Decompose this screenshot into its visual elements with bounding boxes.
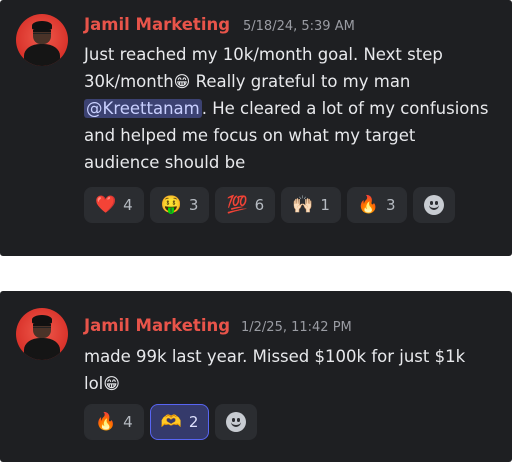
timestamp[interactable]: 5/18/24, 5:39 AM [243, 19, 355, 34]
author-name[interactable]: Jamil Marketing [84, 316, 230, 335]
add-reaction-smile-icon [226, 412, 247, 432]
reaction-raising-hands[interactable]: 🙌🏻 1 [281, 187, 341, 223]
reaction-count: 2 [188, 413, 199, 431]
reaction-count: 3 [188, 196, 199, 214]
reaction-count: 3 [386, 196, 396, 214]
avatar-body [24, 338, 60, 360]
reactions-bar: ❤️ 4 🤑 3 💯 6 🙌🏻 1 🔥 3 [84, 187, 455, 223]
fire-icon: 🔥 [357, 194, 380, 215]
hundred-points-icon: 💯 [226, 194, 248, 215]
reaction-heart-hands[interactable]: 🫶 2 [149, 404, 210, 440]
add-reaction-button[interactable] [412, 187, 455, 223]
reaction-heart[interactable]: ❤️ 4 [84, 187, 144, 223]
message-text: made 99k last year. Missed $100k for jus… [84, 347, 466, 393]
timestamp[interactable]: 1/2/25, 11:42 PM [241, 320, 352, 335]
add-reaction-button[interactable] [215, 404, 258, 440]
reaction-count: 4 [123, 413, 133, 431]
message-text: Really grateful to my man [190, 72, 411, 91]
grinning-face-icon: 😁 [173, 72, 191, 91]
grinning-face-icon: 😁 [103, 374, 120, 393]
reactions-bar: 🔥 4 🫶 2 [84, 404, 258, 440]
reaction-money-mouth[interactable]: 🤑 3 [149, 187, 210, 223]
avatar-glasses [33, 324, 51, 328]
reaction-fire[interactable]: 🔥 4 [84, 404, 144, 440]
avatar[interactable] [16, 14, 68, 66]
heart-hands-icon: 🫶 [160, 411, 182, 432]
reaction-count: 4 [123, 196, 133, 214]
reaction-fire[interactable]: 🔥 3 [346, 187, 407, 223]
avatar-hair [32, 315, 52, 324]
avatar[interactable] [16, 308, 68, 360]
fire-icon: 🔥 [95, 411, 117, 432]
heart-icon: ❤️ [95, 194, 117, 215]
avatar-hair [32, 21, 52, 30]
reaction-hundred[interactable]: 💯 6 [215, 187, 276, 223]
add-reaction-smile-icon [423, 195, 444, 215]
reaction-count: 1 [320, 196, 330, 214]
avatar-body [24, 44, 60, 66]
message-card: Jamil Marketing 5/18/24, 5:39 AM Just re… [0, 0, 512, 256]
avatar-glasses [33, 30, 51, 34]
user-mention[interactable]: @Kreettanam [84, 99, 202, 118]
message-content: Just reached my 10k/month goal. Next ste… [84, 41, 489, 176]
money-mouth-face-icon: 🤑 [160, 194, 182, 215]
message-card: Jamil Marketing 1/2/25, 11:42 PM made 99… [0, 291, 512, 462]
raising-hands-icon: 🙌🏻 [292, 194, 314, 215]
message-content: made 99k last year. Missed $100k for jus… [84, 343, 484, 397]
author-name[interactable]: Jamil Marketing [84, 15, 230, 34]
reaction-count: 6 [254, 196, 265, 214]
